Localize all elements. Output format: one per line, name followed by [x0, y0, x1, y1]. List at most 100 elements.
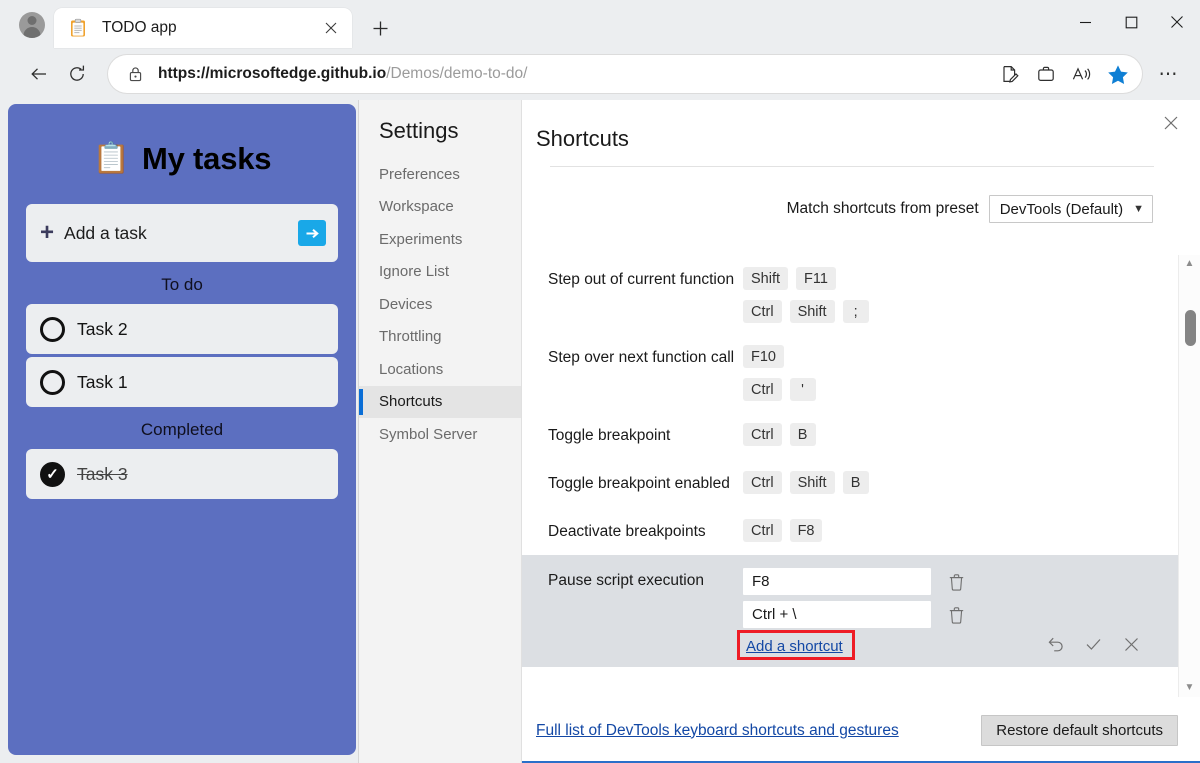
url-domain: https://microsoftedge.github.io — [158, 65, 386, 82]
section-heading-completed: Completed — [26, 407, 338, 449]
favorite-star-icon[interactable] — [1100, 58, 1136, 90]
shortcut-keys: Ctrl Shift B — [743, 471, 1178, 494]
keycap: B — [843, 471, 869, 494]
panel-header: Shortcuts — [522, 100, 1200, 167]
ellipsis-icon[interactable]: ⋯ — [1150, 55, 1188, 93]
window-close-button[interactable] — [1154, 0, 1200, 44]
todo-header: 📋 My tasks — [26, 122, 338, 196]
browser-tab[interactable]: TODO app — [54, 8, 352, 48]
keycap: Ctrl — [743, 423, 782, 446]
sidebar-item-devices[interactable]: Devices — [359, 288, 521, 321]
list-item[interactable]: Task 2 — [26, 304, 338, 354]
shortcut-keys: Shift F11 Ctrl Shift ; — [743, 267, 1178, 323]
browser-toolbar: https://microsoftedge.github.io/Demos/de… — [0, 48, 1200, 100]
task-checkbox[interactable] — [40, 370, 65, 395]
sidebar-item-preferences[interactable]: Preferences — [359, 158, 521, 191]
shortcut-row[interactable]: Step out of current function Shift F11 C… — [522, 255, 1178, 333]
keycap: Shift — [790, 471, 835, 494]
cancel-x-icon[interactable] — [1120, 633, 1142, 655]
maximize-button[interactable] — [1108, 0, 1154, 44]
keycap: Shift — [743, 267, 788, 290]
sidebar-item-experiments[interactable]: Experiments — [359, 223, 521, 256]
scroll-up-arrow[interactable]: ▲ — [1185, 259, 1195, 269]
sidebar-item-throttling[interactable]: Throttling — [359, 321, 521, 354]
new-tab-button[interactable] — [362, 11, 398, 45]
page-edit-icon[interactable] — [992, 58, 1028, 90]
sidebar-item-locations[interactable]: Locations — [359, 353, 521, 386]
chevron-down-icon: ▼ — [1133, 203, 1144, 215]
trash-icon[interactable] — [945, 570, 967, 594]
shortcut-name: Toggle breakpoint enabled — [548, 471, 743, 494]
confirm-check-icon[interactable] — [1082, 633, 1104, 655]
shortcuts-scroll-area: Step out of current function Shift F11 C… — [522, 255, 1178, 697]
plus-icon: + — [40, 221, 54, 245]
avatar — [19, 12, 45, 38]
add-task-input[interactable]: + Add a task — [26, 204, 338, 262]
keycap: Ctrl — [743, 300, 782, 323]
sidebar-item-label: Throttling — [379, 328, 442, 345]
list-item[interactable]: Task 1 — [26, 357, 338, 407]
sidebar-item-label: Shortcuts — [379, 393, 442, 410]
full-shortcuts-list-link[interactable]: Full list of DevTools keyboard shortcuts… — [536, 722, 899, 740]
profile-button[interactable] — [10, 5, 54, 45]
task-label: Task 3 — [77, 464, 128, 485]
page-content: 📋 My tasks + Add a task To do Task 2 — [0, 100, 1200, 763]
section-heading-todo: To do — [26, 262, 338, 304]
sidebar-item-shortcuts[interactable]: Shortcuts — [359, 386, 521, 419]
add-shortcut-wrapper: Add a shortcut — [743, 636, 865, 657]
trash-icon[interactable] — [945, 603, 967, 627]
shortcut-input-2[interactable] — [743, 601, 931, 628]
tab-title: TODO app — [102, 19, 318, 37]
minimize-button[interactable] — [1062, 0, 1108, 44]
keycap: Shift — [790, 300, 835, 323]
restore-default-shortcuts-button[interactable]: Restore default shortcuts — [981, 715, 1178, 746]
task-checkbox[interactable] — [40, 317, 65, 342]
shortcuts-list: Step out of current function Shift F11 C… — [522, 255, 1200, 697]
shortcut-name: Deactivate breakpoints — [548, 519, 743, 542]
sidebar-item-symbol-server[interactable]: Symbol Server — [359, 418, 521, 451]
add-shortcut-link[interactable]: Add a shortcut — [743, 636, 846, 657]
settings-content: Shortcuts Match shortcuts from preset De… — [522, 100, 1200, 763]
shortcuts-scrollbar[interactable]: ▲ ▼ — [1178, 255, 1200, 697]
preset-label: Match shortcuts from preset — [787, 200, 979, 218]
scroll-down-arrow[interactable]: ▼ — [1185, 683, 1195, 693]
shortcut-edit-actions — [1044, 633, 1142, 655]
key-combo: Ctrl B — [743, 423, 1178, 446]
back-arrow-icon[interactable] — [20, 55, 58, 93]
browser-window: TODO app — [0, 0, 1200, 763]
sidebar-item-workspace[interactable]: Workspace — [359, 191, 521, 224]
read-aloud-icon[interactable] — [1064, 58, 1100, 90]
key-combo: Shift F11 — [743, 267, 1178, 290]
shortcut-row[interactable]: Toggle breakpoint enabled Ctrl Shift B — [522, 459, 1178, 507]
preset-dropdown[interactable]: DevTools (Default) ▼ — [989, 195, 1153, 223]
reload-icon[interactable] — [58, 55, 96, 93]
settings-sidebar: Settings Preferences Workspace Experimen… — [359, 100, 522, 763]
key-combo: Ctrl Shift ; — [743, 300, 1178, 323]
arrow-right-icon[interactable] — [298, 220, 326, 246]
shortcut-row[interactable]: Step over next function call F10 Ctrl ' — [522, 333, 1178, 411]
shortcut-row[interactable]: Toggle breakpoint Ctrl B — [522, 411, 1178, 459]
shortcut-input-1[interactable] — [743, 568, 931, 595]
close-icon[interactable] — [1156, 108, 1186, 138]
sidebar-item-label: Workspace — [379, 198, 454, 215]
shortcut-keys: Ctrl B — [743, 423, 1178, 446]
settings-title: Settings — [359, 118, 521, 158]
list-item[interactable]: ✓ Task 3 — [26, 449, 338, 499]
keycap: Ctrl — [743, 471, 782, 494]
shortcut-row[interactable]: Deactivate breakpoints Ctrl F8 — [522, 507, 1178, 555]
keycap: F8 — [790, 519, 823, 542]
shortcut-edit-line — [743, 568, 1178, 595]
address-bar[interactable]: https://microsoftedge.github.io/Demos/de… — [108, 55, 1142, 93]
keycap: ; — [843, 300, 869, 323]
tab-close-button[interactable] — [318, 15, 344, 41]
task-checkbox[interactable]: ✓ — [40, 462, 65, 487]
sidebar-item-ignore-list[interactable]: Ignore List — [359, 256, 521, 289]
devtools-settings-dialog: Settings Preferences Workspace Experimen… — [358, 100, 1200, 763]
window-controls — [1062, 0, 1200, 44]
sidebar-item-label: Locations — [379, 361, 443, 378]
collections-icon[interactable] — [1028, 58, 1064, 90]
undo-icon[interactable] — [1044, 633, 1066, 655]
task-list-completed: ✓ Task 3 — [26, 449, 338, 499]
scrollbar-thumb[interactable] — [1185, 310, 1196, 346]
shortcut-row-editing[interactable]: Pause script execution — [522, 555, 1178, 667]
